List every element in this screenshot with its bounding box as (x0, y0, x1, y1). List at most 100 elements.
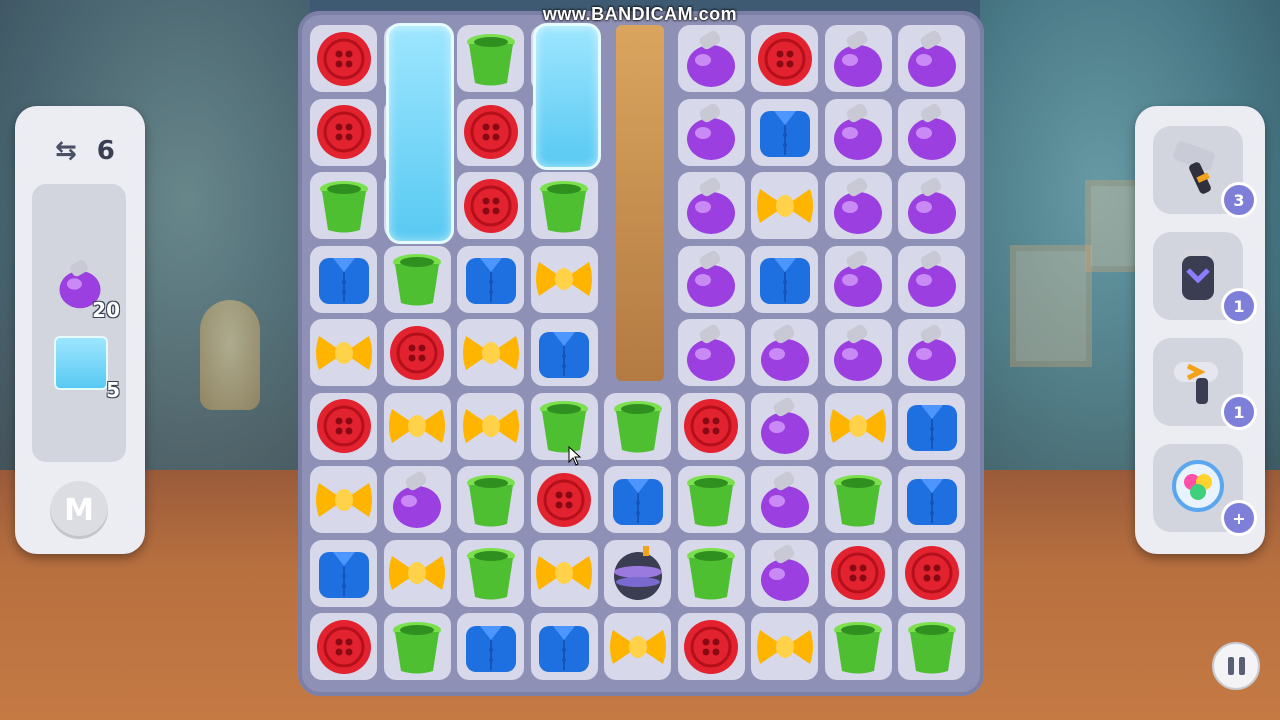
piece-potion[interactable] (825, 246, 892, 313)
piece-potion[interactable] (898, 246, 965, 313)
piece-bomb[interactable] (604, 540, 671, 607)
piece-potion[interactable] (678, 99, 745, 166)
shirt-icon (759, 258, 810, 304)
piece-shirt[interactable] (310, 540, 377, 607)
potion-icon (907, 324, 956, 381)
booster-hammer-button[interactable]: 3 (1153, 126, 1257, 218)
bow-icon (315, 335, 372, 370)
background-lamp (200, 300, 260, 410)
bow-icon (756, 188, 813, 223)
shirt-icon (906, 405, 957, 451)
potion-icon (834, 250, 882, 307)
button-icon (316, 105, 371, 159)
piece-potion[interactable] (898, 99, 965, 166)
piece-potion[interactable] (678, 319, 745, 386)
piece-cup[interactable] (678, 540, 745, 607)
potion-icon (907, 103, 956, 160)
piece-button[interactable] (678, 393, 745, 460)
piece-bow[interactable] (457, 319, 524, 386)
piece-button[interactable] (310, 393, 377, 460)
piece-button[interactable] (310, 25, 377, 92)
potion-icon (687, 30, 735, 87)
piece-button[interactable] (531, 466, 598, 533)
piece-bow[interactable] (384, 540, 451, 607)
piece-potion[interactable] (825, 172, 892, 239)
pause-button[interactable] (1212, 642, 1260, 690)
mode-button[interactable]: M (50, 481, 108, 539)
piece-shirt[interactable] (310, 246, 377, 313)
piece-potion[interactable] (898, 25, 965, 92)
potion-icon (907, 250, 956, 307)
piece-shirt[interactable] (751, 99, 818, 166)
piece-shirt[interactable] (751, 246, 818, 313)
piece-potion[interactable] (751, 540, 818, 607)
piece-shirt[interactable] (457, 613, 524, 680)
piece-bow[interactable] (825, 393, 892, 460)
piece-shirt[interactable] (457, 246, 524, 313)
cup-icon (687, 548, 735, 600)
piece-cup[interactable] (898, 613, 965, 680)
piece-potion[interactable] (825, 319, 892, 386)
piece-bow[interactable] (310, 466, 377, 533)
piece-shirt[interactable] (531, 319, 598, 386)
bow-icon (462, 335, 519, 370)
piece-cup[interactable] (604, 393, 671, 460)
piece-potion[interactable] (384, 466, 451, 533)
piece-shirt[interactable] (898, 393, 965, 460)
piece-button[interactable] (457, 99, 524, 166)
piece-cup[interactable] (678, 466, 745, 533)
piece-cup[interactable] (531, 393, 598, 460)
potion-icon (834, 324, 882, 381)
piece-cup[interactable] (457, 466, 524, 533)
piece-button[interactable] (310, 99, 377, 166)
piece-button[interactable] (310, 613, 377, 680)
piece-potion[interactable] (898, 172, 965, 239)
piece-button[interactable] (825, 540, 892, 607)
piece-bow[interactable] (531, 540, 598, 607)
piece-cup[interactable] (825, 466, 892, 533)
bow-icon (756, 629, 813, 664)
piece-potion[interactable] (678, 172, 745, 239)
piece-shirt[interactable] (898, 466, 965, 533)
button-icon (316, 619, 371, 674)
hammer-icon (1173, 141, 1215, 194)
piece-cup[interactable] (310, 172, 377, 239)
piece-cup[interactable] (825, 613, 892, 680)
piece-potion[interactable] (825, 99, 892, 166)
bow-icon (389, 556, 445, 590)
piece-cup[interactable] (457, 25, 524, 92)
piece-bow[interactable] (604, 613, 671, 680)
button-icon (537, 472, 591, 527)
piece-button[interactable] (678, 613, 745, 680)
cup-icon (834, 474, 882, 526)
hairdryer-icon (1174, 362, 1218, 404)
piece-bow[interactable] (751, 172, 818, 239)
piece-potion[interactable] (751, 319, 818, 386)
piece-bow[interactable] (384, 393, 451, 460)
booster-trimmer-button[interactable]: 1 (1153, 232, 1257, 324)
piece-button[interactable] (898, 540, 965, 607)
piece-potion[interactable] (898, 319, 965, 386)
piece-potion[interactable] (751, 466, 818, 533)
piece-cup[interactable] (384, 246, 451, 313)
piece-potion[interactable] (678, 25, 745, 92)
piece-shirt[interactable] (531, 613, 598, 680)
piece-bow[interactable] (531, 246, 598, 313)
piece-cup[interactable] (457, 540, 524, 607)
piece-bow[interactable] (310, 319, 377, 386)
potion-icon (393, 471, 441, 528)
piece-bow[interactable] (457, 393, 524, 460)
bow-icon (536, 262, 592, 296)
piece-potion[interactable] (751, 393, 818, 460)
piece-button[interactable] (384, 319, 451, 386)
piece-bow[interactable] (751, 613, 818, 680)
piece-button[interactable] (751, 25, 818, 92)
piece-cup[interactable] (531, 172, 598, 239)
piece-potion[interactable] (678, 246, 745, 313)
booster-shuffle-button[interactable]: + (1153, 444, 1257, 536)
piece-button[interactable] (457, 172, 524, 239)
piece-shirt[interactable] (604, 466, 671, 533)
booster-hairdryer-button[interactable]: 1 (1153, 338, 1257, 430)
piece-potion[interactable] (825, 25, 892, 92)
piece-cup[interactable] (384, 613, 451, 680)
